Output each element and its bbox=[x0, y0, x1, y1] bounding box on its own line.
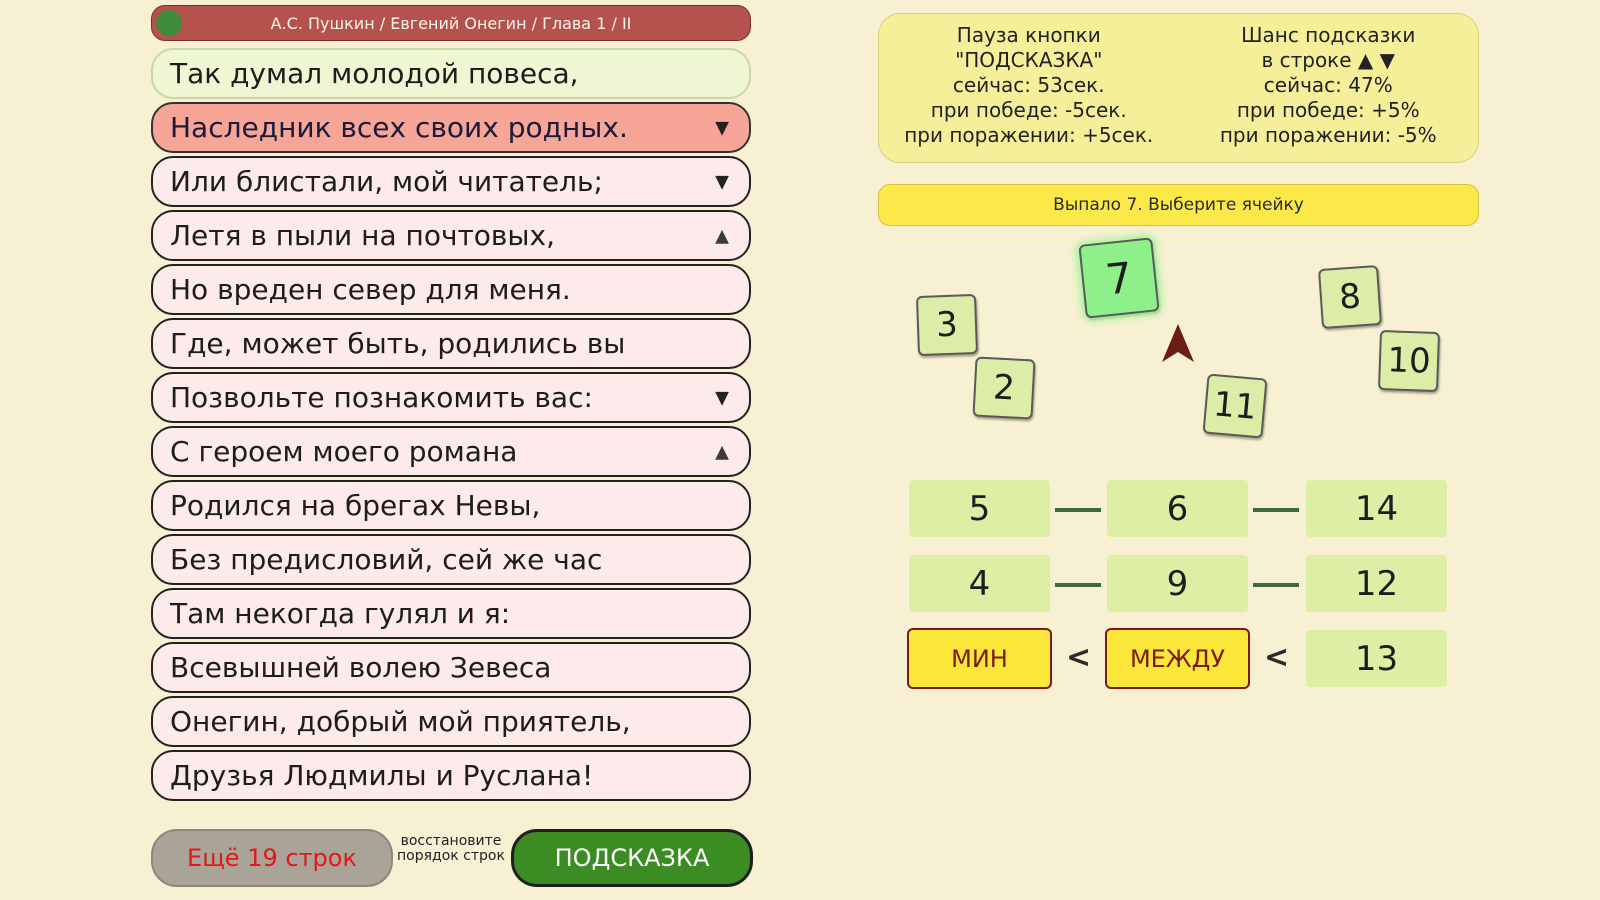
poem-line-text: Но вреден север для меня. bbox=[170, 273, 571, 306]
pointer-arrow-icon bbox=[1162, 324, 1194, 362]
connector-dash bbox=[1055, 508, 1101, 512]
min-button[interactable]: МИН bbox=[907, 628, 1052, 689]
poem-line-text: Без предисловий, сей же час bbox=[170, 543, 603, 576]
status-dot-icon bbox=[156, 10, 182, 36]
connector-dash bbox=[1253, 508, 1299, 512]
poem-line[interactable]: Где, может быть, родились вы bbox=[151, 318, 751, 369]
info-line: в строке ▲ ▼ bbox=[1261, 48, 1396, 72]
poem-header: А.С. Пушкин / Евгений Онегин / Глава 1 /… bbox=[151, 5, 751, 41]
arrow-down-icon: ▼ bbox=[715, 171, 729, 192]
poem-line[interactable]: Или блистали, мой читатель; ▼ bbox=[151, 156, 751, 207]
grid-cell[interactable]: 13 bbox=[1306, 630, 1447, 687]
arrow-up-icon: ▲ bbox=[715, 441, 729, 462]
poem-line-text: Так думал молодой повеса, bbox=[170, 57, 579, 90]
less-than-icon: < bbox=[1264, 640, 1290, 675]
status-message: Выпало 7. Выберите ячейку bbox=[878, 184, 1479, 226]
poem-line[interactable]: Друзья Людмилы и Руслана! bbox=[151, 750, 751, 801]
poem-line-text: Родился на брегах Невы, bbox=[170, 489, 541, 522]
more-lines-button[interactable]: Ещё 19 строк bbox=[151, 829, 393, 887]
poem-line-selected[interactable]: Наследник всех своих родных. ▼ bbox=[151, 102, 751, 153]
between-button[interactable]: МЕЖДУ bbox=[1105, 628, 1250, 689]
info-line: при поражении: +5сек. bbox=[904, 123, 1154, 147]
info-line: "ПОДСКАЗКА" bbox=[955, 48, 1103, 72]
grid-cell[interactable]: 9 bbox=[1107, 555, 1248, 612]
info-line: сейчас: 47% bbox=[1263, 73, 1393, 97]
poem-line[interactable]: Позвольте познакомить вас: ▼ bbox=[151, 372, 751, 423]
connector-dash bbox=[1055, 583, 1101, 587]
poem-line[interactable]: Родился на брегах Невы, bbox=[151, 480, 751, 531]
arrow-down-icon: ▼ bbox=[715, 117, 729, 138]
connector-dash bbox=[1253, 583, 1299, 587]
poem-line[interactable]: Онегин, добрый мой приятель, bbox=[151, 696, 751, 747]
poem-line[interactable]: Там некогда гулял и я: bbox=[151, 588, 751, 639]
info-line: Шанс подсказки bbox=[1241, 23, 1416, 47]
poem-line[interactable]: Летя в пыли на почтовых, ▲ bbox=[151, 210, 751, 261]
grid-cell[interactable]: 6 bbox=[1107, 480, 1248, 537]
poem-line-text: Где, может быть, родились вы bbox=[170, 327, 626, 360]
poem-line[interactable]: Но вреден север для меня. bbox=[151, 264, 751, 315]
poem-line-text: Позвольте познакомить вас: bbox=[170, 381, 593, 414]
poem-line-text: Летя в пыли на почтовых, bbox=[170, 219, 556, 252]
poem-line-text: Онегин, добрый мой приятель, bbox=[170, 705, 631, 738]
less-than-icon: < bbox=[1066, 640, 1092, 675]
number-tile[interactable]: 8 bbox=[1317, 264, 1383, 330]
arrow-down-icon: ▼ bbox=[715, 387, 729, 408]
poem-line-text: Друзья Людмилы и Руслана! bbox=[170, 759, 594, 792]
number-tile[interactable]: 2 bbox=[972, 356, 1036, 420]
current-number-tile[interactable]: 7 bbox=[1078, 237, 1160, 319]
info-line: при победе: -5сек. bbox=[930, 98, 1127, 122]
grid-cell[interactable]: 14 bbox=[1306, 480, 1447, 537]
hint-button[interactable]: ПОДСКАЗКА bbox=[511, 829, 753, 887]
poem-line[interactable]: Без предисловий, сей же час bbox=[151, 534, 751, 585]
poem-line[interactable]: Так думал молодой повеса, bbox=[151, 48, 751, 99]
grid-cell[interactable]: 12 bbox=[1306, 555, 1447, 612]
arrow-up-icon: ▲ bbox=[715, 225, 729, 246]
poem-line-text: Всевышней волею Зевеса bbox=[170, 651, 552, 684]
grid-cell[interactable]: 4 bbox=[909, 555, 1050, 612]
number-tile[interactable]: 3 bbox=[915, 293, 979, 357]
restore-order-note: восстановите порядок строк bbox=[397, 833, 505, 864]
poem-header-title: А.С. Пушкин / Евгений Онегин / Глава 1 /… bbox=[270, 13, 632, 33]
grid-cell[interactable]: 5 bbox=[909, 480, 1050, 537]
hint-chance-info: Шанс подсказки в строке ▲ ▼ сейчас: 47% … bbox=[1179, 14, 1479, 162]
poem-line[interactable]: С героем моего романа ▲ bbox=[151, 426, 751, 477]
info-line: при поражении: -5% bbox=[1219, 123, 1437, 147]
info-line: при победе: +5% bbox=[1236, 98, 1420, 122]
info-line: сейчас: 53сек. bbox=[952, 73, 1105, 97]
poem-line-text: Или блистали, мой читатель; bbox=[170, 165, 603, 198]
poem-line-text: Наследник всех своих родных. bbox=[170, 111, 628, 144]
info-panel: Пауза кнопки "ПОДСКАЗКА" сейчас: 53сек. … bbox=[878, 13, 1479, 163]
poem-line[interactable]: Всевышней волею Зевеса bbox=[151, 642, 751, 693]
info-line: Пауза кнопки bbox=[956, 23, 1101, 47]
hint-pause-info: Пауза кнопки "ПОДСКАЗКА" сейчас: 53сек. … bbox=[879, 14, 1179, 162]
number-tile[interactable]: 10 bbox=[1377, 329, 1441, 393]
poem-line-text: С героем моего романа bbox=[170, 435, 518, 468]
poem-line-text: Там некогда гулял и я: bbox=[170, 597, 511, 630]
number-tile[interactable]: 11 bbox=[1202, 373, 1268, 439]
